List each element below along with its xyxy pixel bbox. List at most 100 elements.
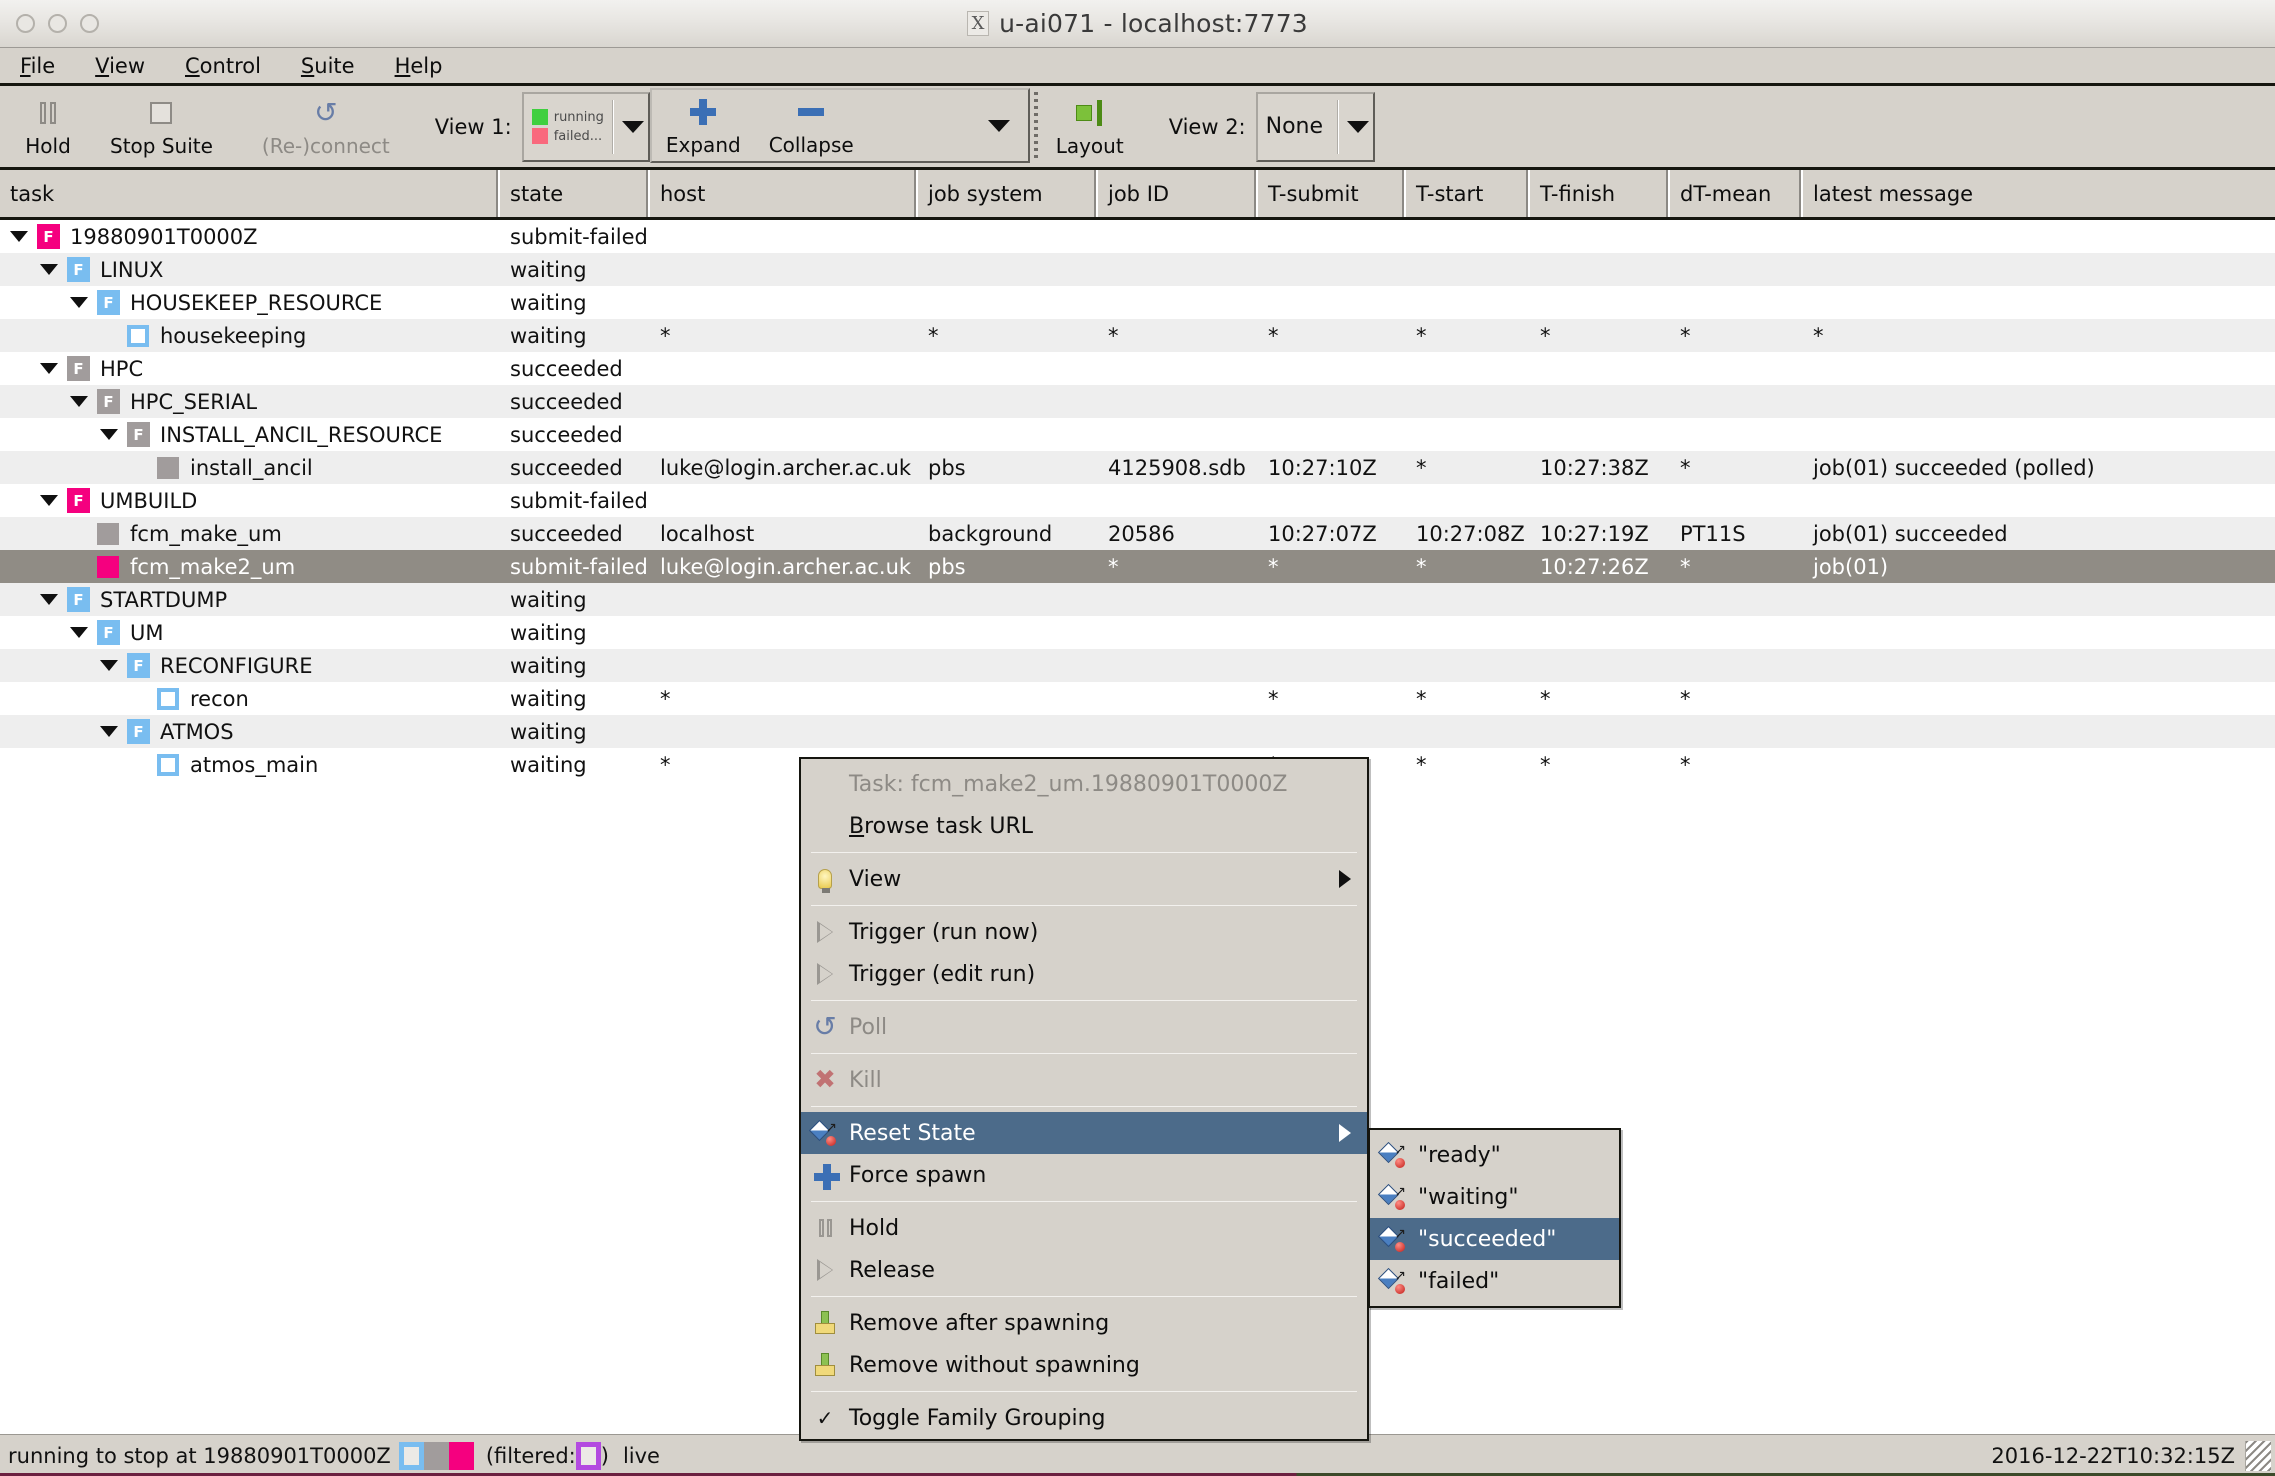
menu-view[interactable]: View xyxy=(89,52,151,80)
expand-twisty-icon[interactable] xyxy=(40,495,58,506)
menu-item-kill[interactable]: ✖ Kill xyxy=(801,1059,1367,1101)
column-header-host[interactable]: host xyxy=(650,170,918,217)
cell-t-finish: 10:27:26Z xyxy=(1540,554,1649,579)
resize-grip-icon[interactable] xyxy=(2245,1440,2271,1471)
column-header-job-system[interactable]: job system xyxy=(918,170,1098,217)
expand-collapse-group: Expand Collapse xyxy=(649,88,1030,163)
table-row[interactable]: F UM waiting xyxy=(0,616,2275,649)
expand-twisty-icon[interactable] xyxy=(100,726,118,737)
menu-item-poll[interactable]: ↺ Poll xyxy=(801,1006,1367,1048)
task-name-cell[interactable]: atmos_main xyxy=(0,753,500,777)
task-name-cell[interactable]: F RECONFIGURE xyxy=(0,653,500,678)
table-row[interactable]: F RECONFIGURE waiting xyxy=(0,649,2275,682)
task-name-cell[interactable]: F UM xyxy=(0,620,500,645)
plus-icon xyxy=(811,1164,840,1190)
menu-item-browse-task-url[interactable]: Browse task URL xyxy=(801,805,1367,847)
menu-item-release[interactable]: Release xyxy=(801,1249,1367,1291)
menu-suite[interactable]: Suite xyxy=(295,52,361,80)
task-name-cell[interactable]: F ATMOS xyxy=(0,719,500,744)
menu-item-trigger-run-now-[interactable]: Trigger (run now) xyxy=(801,911,1367,953)
expand-twisty-icon[interactable] xyxy=(100,660,118,671)
menu-control[interactable]: Control xyxy=(179,52,267,80)
toolbar-dot-separator xyxy=(1033,92,1038,161)
column-header-job-id[interactable]: job ID xyxy=(1098,170,1258,217)
table-row[interactable]: fcm_make2_um submit-failed luke@login.arch… xyxy=(0,550,2275,583)
menu-item-trigger-edit-run-[interactable]: Trigger (edit run) xyxy=(801,953,1367,995)
column-header-t-finish[interactable]: T-finish xyxy=(1530,170,1670,217)
chevron-down-icon-2[interactable] xyxy=(1347,120,1370,133)
expand-twisty-icon[interactable] xyxy=(70,297,88,308)
menu-item-view[interactable]: View xyxy=(801,858,1367,900)
hold-button[interactable]: Hold xyxy=(0,92,96,162)
expand-twisty-icon[interactable] xyxy=(40,363,58,374)
reset-state-option-ready[interactable]: ↗ "ready" xyxy=(1370,1134,1619,1176)
table-row[interactable]: F HPC_SERIAL succeeded xyxy=(0,385,2275,418)
task-name-cell[interactable]: fcm_make2_um xyxy=(0,555,500,579)
expand-twisty-icon[interactable] xyxy=(70,396,88,407)
column-header-dt-mean[interactable]: dT-mean xyxy=(1670,170,1803,217)
menu-item-reset-state[interactable]: ↗ Reset State xyxy=(801,1112,1367,1154)
column-header-t-submit[interactable]: T-submit xyxy=(1258,170,1406,217)
reconnect-button[interactable]: ↺ (Re-)connect xyxy=(248,92,404,162)
expand-twisty-icon[interactable] xyxy=(10,231,28,242)
task-name-cell[interactable]: F 19880901T0000Z xyxy=(0,224,500,249)
expand-twisty-icon[interactable] xyxy=(100,429,118,440)
reset-state-option-succeeded[interactable]: ↗ "succeeded" xyxy=(1370,1218,1619,1260)
x-app-icon: X xyxy=(967,11,990,36)
cell-host: * xyxy=(660,323,671,348)
expand-button[interactable]: Expand xyxy=(652,91,755,161)
menu-item-force-spawn[interactable]: Force spawn xyxy=(801,1154,1367,1196)
task-name-cell[interactable]: F UMBUILD xyxy=(0,488,500,513)
table-row[interactable]: F HOUSEKEEP_RESOURCE waiting xyxy=(0,286,2275,319)
menu-item-toggle-family-grouping[interactable]: ✓ Toggle Family Grouping xyxy=(801,1397,1367,1439)
view1-combo[interactable]: running failed... xyxy=(521,91,650,162)
table-row[interactable]: F ATMOS waiting xyxy=(0,715,2275,748)
expand-twisty-icon[interactable] xyxy=(70,627,88,638)
table-row[interactable]: F HPC succeeded xyxy=(0,352,2275,385)
task-name-cell[interactable]: recon xyxy=(0,687,500,711)
menu-file[interactable]: File xyxy=(14,52,61,80)
menu-item-remove-without-spawning[interactable]: Remove without spawning xyxy=(801,1344,1367,1386)
column-header-task[interactable]: task xyxy=(0,170,500,217)
task-name-cell[interactable]: fcm_make_um xyxy=(0,522,500,546)
view2-combo[interactable]: None xyxy=(1255,91,1376,162)
chevron-down-icon[interactable] xyxy=(621,120,644,133)
task-state-icon xyxy=(127,324,149,347)
column-header-t-start[interactable]: T-start xyxy=(1406,170,1530,217)
table-row[interactable]: F 19880901T0000Z submit-failed xyxy=(0,220,2275,253)
cell-state: waiting xyxy=(510,686,587,711)
layout-button[interactable]: Layout xyxy=(1042,92,1138,162)
task-name-label: RECONFIGURE xyxy=(160,653,313,678)
task-name-cell[interactable]: F HOUSEKEEP_RESOURCE xyxy=(0,290,500,315)
table-row[interactable]: F INSTALL_ANCIL_RESOURCE succeeded xyxy=(0,418,2275,451)
table-row[interactable]: recon waiting * * * * * xyxy=(0,682,2275,715)
expand-twisty-icon[interactable] xyxy=(40,264,58,275)
task-name-cell[interactable]: housekeeping xyxy=(0,324,500,348)
menu-item-remove-after-spawning[interactable]: Remove after spawning xyxy=(801,1302,1367,1344)
reset-state-option-waiting[interactable]: ↗ "waiting" xyxy=(1370,1176,1619,1218)
table-row[interactable]: fcm_make_um succeeded localhost background 2… xyxy=(0,517,2275,550)
stop-suite-button[interactable]: Stop Suite xyxy=(96,92,227,162)
menu-item-hold[interactable]: Hold xyxy=(801,1207,1367,1249)
cell-state: waiting xyxy=(510,257,587,282)
table-row[interactable]: housekeeping waiting * * * * * * * * xyxy=(0,319,2275,352)
expand-twisty-icon[interactable] xyxy=(40,594,58,605)
menu-item-label: Hold xyxy=(849,1215,900,1241)
task-name-cell[interactable]: F HPC_SERIAL xyxy=(0,389,500,414)
table-row[interactable]: install_ancil succeeded luke@login.archer.… xyxy=(0,451,2275,484)
task-name-cell[interactable]: F INSTALL_ANCIL_RESOURCE xyxy=(0,422,500,447)
table-row[interactable]: F LINUX waiting xyxy=(0,253,2275,286)
task-name-cell[interactable]: F STARTDUMP xyxy=(0,587,500,612)
column-header-label: T-submit xyxy=(1268,181,1359,206)
column-header-state[interactable]: state xyxy=(500,170,650,217)
collapse-button[interactable]: Collapse xyxy=(755,91,868,161)
expand-options-chevron-icon[interactable] xyxy=(987,119,1010,132)
menu-help[interactable]: Help xyxy=(389,52,449,80)
reset-state-option-failed[interactable]: ↗ "failed" xyxy=(1370,1260,1619,1302)
task-name-cell[interactable]: F HPC xyxy=(0,356,500,381)
task-name-cell[interactable]: F LINUX xyxy=(0,257,500,282)
table-row[interactable]: F STARTDUMP waiting xyxy=(0,583,2275,616)
column-header-latest-message[interactable]: latest message xyxy=(1803,170,2275,217)
table-row[interactable]: F UMBUILD submit-failed xyxy=(0,484,2275,517)
task-name-cell[interactable]: install_ancil xyxy=(0,456,500,480)
